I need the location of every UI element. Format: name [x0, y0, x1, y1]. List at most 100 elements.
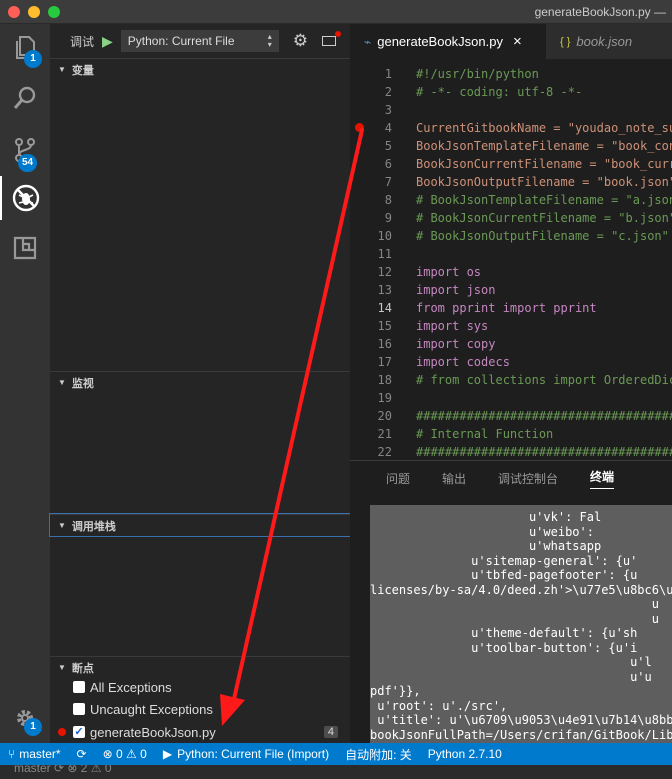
- breakpoints-section-header[interactable]: ▼ 断点: [50, 656, 350, 678]
- terminal-line: u'weibo':: [370, 524, 602, 539]
- watch-section-header[interactable]: ▼ 监视: [50, 371, 350, 393]
- problems-status[interactable]: ⊗ 0 ⚠ 0: [95, 747, 155, 761]
- section-title: 断点: [71, 662, 94, 675]
- line-number[interactable]: 9: [385, 209, 392, 227]
- breakpoint-all-exceptions[interactable]: All Exceptions: [50, 676, 350, 698]
- tab-generatebookjson[interactable]: ⌁ generateBookJson.py ×: [350, 24, 546, 59]
- search-button[interactable]: [0, 76, 50, 120]
- manage-button[interactable]: 1: [0, 696, 50, 740]
- error-icon: ⊗: [102, 747, 113, 761]
- bottom-panel: 问题 输出 调试控制台 终端 u'vk': Fal u'weibo': u'whats…: [350, 460, 672, 744]
- source-control-button[interactable]: 54: [0, 128, 50, 172]
- line-number[interactable]: 15: [378, 317, 392, 335]
- line-number[interactable]: 16: [378, 335, 392, 353]
- line-number[interactable]: 10: [378, 227, 392, 245]
- debug-config-select[interactable]: Python: Current File ▴ ▾: [120, 30, 279, 52]
- python-file-icon: ⌁: [364, 34, 372, 49]
- minimize-window-button[interactable]: [28, 6, 40, 18]
- scm-badge: 54: [18, 154, 38, 172]
- debug-config-value: Python: Current File: [127, 34, 235, 48]
- settings-badge: 1: [24, 718, 42, 736]
- code-line: BookJsonOutputFilename = "book.json": [416, 175, 672, 189]
- dock-strip: master ⟳ ⊗ 2 ⚠ 0: [0, 765, 672, 779]
- interpreter-status[interactable]: Python 2.7.10: [420, 747, 510, 761]
- code-content[interactable]: #!/usr/bin/python # -*- coding: utf-8 -*-…: [416, 59, 672, 460]
- line-number[interactable]: 8: [385, 191, 392, 209]
- breakpoint-file[interactable]: ✓ generateBookJson.py 4: [50, 721, 350, 743]
- debug-button[interactable]: [0, 176, 50, 220]
- line-number[interactable]: 18: [378, 371, 392, 389]
- terminal-line: u'theme-default': {u'sh: [370, 626, 638, 640]
- interpreter-text: Python 2.7.10: [427, 747, 502, 761]
- checkbox[interactable]: [73, 703, 85, 715]
- debug-config-status[interactable]: ▶ Python: Current File (Import): [155, 747, 337, 761]
- terminal-line: u'title': u'\u6709\u9053\u4e91\u7b14\u8b…: [370, 713, 672, 727]
- maximize-window-button[interactable]: [48, 6, 60, 18]
- panel-tab[interactable]: 调试控制台: [498, 470, 558, 487]
- line-number[interactable]: 4: [385, 119, 392, 137]
- debug-console-icon[interactable]: [322, 31, 342, 46]
- panel-tabs: 问题 输出 调试控制台 终端: [350, 461, 672, 495]
- call-stack-section-header[interactable]: ▼ 调用堆栈: [49, 513, 351, 537]
- auto-attach-text: 自动附加: 关: [345, 747, 412, 762]
- code-line: # from collections import OrderedDic: [416, 373, 672, 387]
- gear-icon[interactable]: ⚙: [293, 31, 308, 51]
- tab-book-json[interactable]: { } book.json: [546, 24, 672, 59]
- checkbox[interactable]: [73, 681, 85, 693]
- line-number[interactable]: 19: [378, 389, 392, 407]
- line-number[interactable]: 11: [378, 245, 392, 263]
- sync-button[interactable]: ⟳: [69, 747, 95, 761]
- breakpoint-label: All Exceptions: [90, 679, 172, 695]
- code-line: #!/usr/bin/python: [416, 67, 539, 81]
- collapse-triangle-icon: ▼: [58, 663, 66, 672]
- line-number[interactable]: 6: [385, 155, 392, 173]
- close-icon[interactable]: ×: [513, 33, 522, 50]
- breakpoint-dot-icon[interactable]: [355, 123, 364, 132]
- line-number[interactable]: 12: [378, 263, 392, 281]
- terminal-view[interactable]: u'vk': Fal u'weibo': u'whatsapp u'sitema…: [370, 505, 672, 744]
- panel-tab[interactable]: 终端: [590, 468, 615, 489]
- start-debug-icon[interactable]: ▶: [102, 33, 113, 50]
- line-number[interactable]: 22: [378, 443, 392, 461]
- code-line: # BookJsonCurrentFilename = "b.json": [416, 211, 672, 225]
- panel-tab[interactable]: 问题: [386, 470, 410, 487]
- breakpoint-dot-icon: [58, 728, 66, 736]
- auto-attach-status[interactable]: 自动附加: 关: [337, 746, 420, 763]
- line-number[interactable]: 3: [385, 101, 392, 119]
- code-line: import codecs: [416, 355, 510, 369]
- line-number[interactable]: 13: [378, 281, 392, 299]
- line-number[interactable]: 20: [378, 407, 392, 425]
- window-title: generateBookJson.py —: [534, 5, 666, 19]
- warning-icon: ⚠: [126, 747, 137, 761]
- explorer-button[interactable]: 1: [0, 26, 50, 70]
- error-count: 0: [116, 747, 123, 761]
- terminal-line: u'vk': Fal: [370, 510, 602, 524]
- explorer-badge: 1: [24, 50, 42, 68]
- code-line: # BookJsonOutputFilename = "c.json": [416, 229, 669, 243]
- variables-section-header[interactable]: ▼ 变量: [50, 58, 350, 80]
- terminal-line: u'toolbar-button': {u'i: [370, 640, 638, 655]
- line-number[interactable]: 1: [385, 65, 392, 83]
- close-window-button[interactable]: [8, 6, 20, 18]
- sync-icon: ⟳: [76, 747, 87, 761]
- checkbox-checked[interactable]: ✓: [73, 726, 85, 738]
- breakpoint-label: Uncaught Exceptions: [90, 701, 213, 717]
- terminal-line: u: [370, 597, 659, 611]
- line-number[interactable]: 14: [378, 299, 392, 317]
- breakpoint-uncaught-exceptions[interactable]: Uncaught Exceptions: [50, 698, 350, 720]
- panel-tab[interactable]: 输出: [442, 470, 466, 487]
- branch-status[interactable]: ⑂ master*: [0, 747, 69, 761]
- line-number[interactable]: 5: [385, 137, 392, 155]
- code-line: ####################################: [416, 409, 672, 423]
- line-number[interactable]: 7: [385, 173, 392, 191]
- extensions-button[interactable]: [0, 226, 50, 270]
- code-line: BookJsonCurrentFilename = "book_curr: [416, 157, 672, 171]
- breakpoint-line-badge: 4: [323, 726, 338, 738]
- dock-text: master ⟳ ⊗ 2 ⚠ 0: [14, 765, 112, 775]
- line-number[interactable]: 2: [385, 83, 392, 101]
- line-number[interactable]: 17: [378, 353, 392, 371]
- line-number-gutter[interactable]: 1 2 3 4 5 6 7 8 9 10 11 12 13 14 15 16 17 18 19 20 21 22: [350, 59, 410, 460]
- line-number[interactable]: 21: [378, 425, 392, 443]
- tab-label: book.json: [576, 34, 633, 49]
- json-file-icon: { }: [560, 35, 571, 48]
